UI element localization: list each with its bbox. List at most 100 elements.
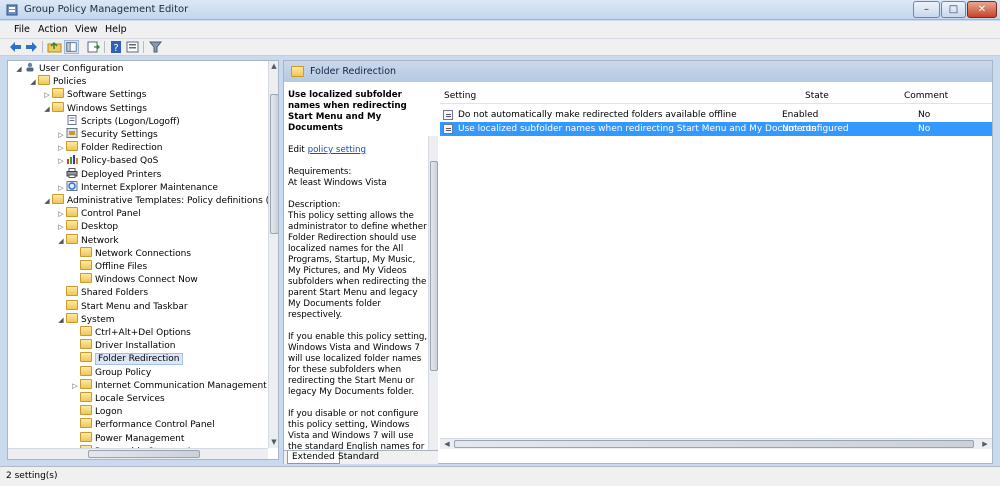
tree-node[interactable]: ◢ User Configuration <box>14 62 123 75</box>
expand-arrow-icon[interactable]: ▷ <box>56 129 66 142</box>
user-configuration-icon <box>26 62 34 72</box>
tree-node-label: Control Panel <box>81 209 141 220</box>
folder-icon <box>80 326 92 336</box>
tree-node[interactable]: ◢ Network <box>56 233 119 248</box>
folder-icon <box>80 339 92 350</box>
tree-node-label: Software Settings <box>67 90 147 101</box>
export-list-icon[interactable] <box>86 40 101 54</box>
title-bar: Group Policy Management Editor – □ ✕ <box>0 0 1000 20</box>
column-comment[interactable]: Comment <box>904 91 948 101</box>
tree-node[interactable]: ▷ Security Settings <box>56 128 158 141</box>
tree-node[interactable]: Performance Control Panel <box>70 418 215 431</box>
show-hide-tree-icon[interactable] <box>64 40 79 54</box>
window-title: Group Policy Management Editor <box>24 4 189 15</box>
expand-arrow-icon[interactable]: ▷ <box>70 380 80 393</box>
tree-node[interactable]: ◢ Administrative Templates: Policy defini… <box>42 194 279 208</box>
list-horizontal-scrollbar[interactable]: ◀ ▶ <box>440 438 992 449</box>
tree-node[interactable]: Logon <box>70 405 122 418</box>
tree-node[interactable]: Driver Installation <box>70 339 175 352</box>
description-paragraph-1: This policy setting allows the administr… <box>288 211 427 320</box>
tree-node[interactable]: ▷ Desktop <box>56 220 118 233</box>
tree-node[interactable]: Start Menu and Taskbar <box>56 299 188 313</box>
cell-state: Enabled <box>782 110 819 120</box>
expand-arrow-icon[interactable]: ▷ <box>56 155 66 168</box>
edit-policy-setting-link[interactable]: policy setting <box>308 145 366 155</box>
extended-description-pane: Use localized subfolder names when redir… <box>284 82 438 451</box>
expand-arrow-icon[interactable]: ▷ <box>56 221 66 234</box>
back-arrow-icon[interactable] <box>8 40 23 54</box>
collapse-arrow-icon[interactable]: ◢ <box>56 235 66 248</box>
tree-node[interactable]: ▷ Software Settings <box>42 88 146 101</box>
scroll-right-icon[interactable]: ▶ <box>981 440 989 448</box>
tree-node[interactable]: ▷ Control Panel <box>56 207 141 220</box>
tree-node[interactable]: Power Management <box>70 431 185 445</box>
column-setting[interactable]: Setting <box>444 91 476 101</box>
maximize-button[interactable]: □ <box>941 1 966 18</box>
collapse-arrow-icon[interactable]: ◢ <box>28 76 38 89</box>
tree-node[interactable]: ▷ Folder Redirection <box>56 141 163 154</box>
expand-arrow-icon[interactable]: ▷ <box>56 208 66 221</box>
tree-node[interactable]: ◢ Policies <box>28 75 86 88</box>
tree-node-label: Windows Settings <box>67 103 147 114</box>
scroll-up-icon[interactable]: ▲ <box>269 62 278 70</box>
policy-title: Use localized subfolder names when redir… <box>288 90 407 133</box>
menu-file[interactable]: File <box>14 24 30 35</box>
description-vertical-scrollbar[interactable] <box>428 136 438 451</box>
help-icon[interactable]: ? <box>109 40 124 54</box>
tree-scroll-thumb[interactable] <box>270 94 278 234</box>
column-state[interactable]: State <box>805 91 829 101</box>
tree-node[interactable]: ▷ Policy-based QoS <box>56 154 158 167</box>
tree-node-label: Power Management <box>95 433 185 444</box>
forward-arrow-icon[interactable] <box>24 40 39 54</box>
tree-horizontal-scrollbar[interactable] <box>8 448 268 459</box>
tree-node[interactable]: Scripts (Logon/Logoff) <box>56 114 180 128</box>
list-hscroll-thumb[interactable] <box>454 440 974 448</box>
table-row[interactable]: Do not automatically make redirected fol… <box>440 108 992 122</box>
collapse-arrow-icon[interactable]: ◢ <box>14 63 24 76</box>
tree-node[interactable]: Folder Redirection <box>70 352 183 366</box>
tree-node-label: Administrative Templates: Policy definit… <box>67 196 279 206</box>
close-button[interactable]: ✕ <box>967 1 997 18</box>
tree-node[interactable]: Group Policy <box>70 365 151 379</box>
expand-arrow-icon[interactable]: ▷ <box>56 182 66 195</box>
tab-standard[interactable]: Standard <box>334 451 383 464</box>
minimize-button[interactable]: – <box>913 1 940 18</box>
collapse-arrow-icon[interactable]: ◢ <box>42 195 52 208</box>
tree-node[interactable]: Network Connections <box>70 246 191 260</box>
tree-node[interactable]: ◢ Windows Settings <box>42 101 147 116</box>
up-folder-icon[interactable] <box>47 40 62 54</box>
collapse-arrow-icon[interactable]: ◢ <box>42 103 52 116</box>
menu-help[interactable]: Help <box>105 24 127 35</box>
tree-hscroll-thumb[interactable] <box>88 450 200 458</box>
tree-node[interactable]: Offline Files <box>70 260 147 273</box>
expand-arrow-icon[interactable]: ▷ <box>42 89 52 102</box>
expand-arrow-icon[interactable]: ▷ <box>56 142 66 155</box>
scroll-down-icon[interactable]: ▼ <box>269 438 278 446</box>
collapse-arrow-icon[interactable]: ◢ <box>56 314 66 327</box>
menu-view[interactable]: View <box>75 24 98 35</box>
scroll-left-icon[interactable]: ◀ <box>443 440 451 448</box>
filter-icon[interactable] <box>148 40 163 54</box>
folder-icon <box>52 88 64 99</box>
tree-node[interactable]: ▷ Internet Explorer Maintenance <box>56 180 218 195</box>
tree-vertical-scrollbar[interactable]: ▲ ▼ <box>268 61 278 448</box>
tree-node[interactable]: ◢ System <box>56 312 115 327</box>
tree-node-label: Shared Folders <box>81 288 149 299</box>
tree-node-label: Policies <box>53 77 87 88</box>
description-scroll-thumb[interactable] <box>430 161 438 371</box>
tab-extended[interactable]: Extended <box>287 451 340 464</box>
table-row[interactable]: Use localized subfolder names when redir… <box>440 122 992 136</box>
menu-action[interactable]: Action <box>38 24 68 35</box>
tree-node[interactable]: Ctrl+Alt+Del Options <box>70 326 191 339</box>
folder-icon <box>66 286 78 297</box>
folder-icon <box>52 101 64 112</box>
console-tree[interactable]: ◢ User Configuration ◢ Policies ▷ Software Se… <box>7 60 279 460</box>
tree-node[interactable]: ▷ Internet Communication Management <box>70 378 267 393</box>
tree-node[interactable]: Shared Folders <box>56 286 148 299</box>
tree-node[interactable]: Deployed Printers <box>56 167 161 181</box>
folder-icon <box>80 392 92 402</box>
tree-node[interactable]: Windows Connect Now <box>70 273 198 286</box>
properties-icon[interactable] <box>125 40 140 54</box>
tree-node[interactable]: Locale Services <box>70 392 165 405</box>
qos-chart-icon <box>67 155 78 165</box>
